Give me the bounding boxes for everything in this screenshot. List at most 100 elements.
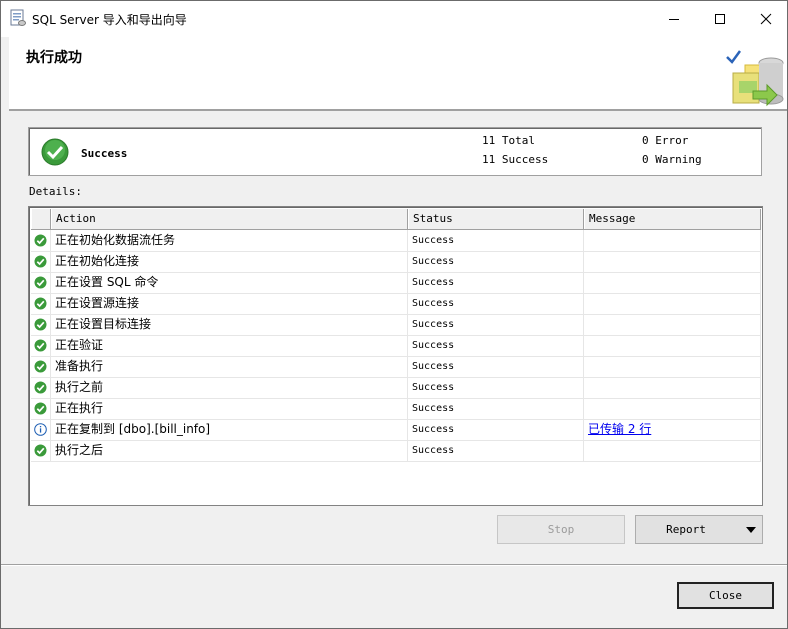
row-status: Success (408, 335, 584, 356)
success-icon (34, 381, 47, 394)
row-icon-cell (31, 440, 51, 461)
grid-header: Action Status Message (31, 209, 761, 230)
success-count: 11 Success (482, 153, 549, 166)
row-status: Success (408, 293, 584, 314)
row-icon-cell (31, 398, 51, 419)
details-grid[interactable]: Action Status Message 正在初始化数据流任务 Success 正… (28, 206, 763, 506)
row-icon-cell (31, 377, 51, 398)
table-row[interactable]: 正在设置目标连接 Success (31, 314, 761, 336)
row-status: Success (408, 272, 584, 293)
row-status: Success (408, 377, 584, 398)
row-action: 正在设置 SQL 命令 (51, 272, 408, 293)
success-large-icon (41, 138, 69, 166)
row-status: Success (408, 230, 584, 251)
title-bar[interactable]: SQL Server 导入和导出向导 (1, 1, 787, 37)
dropdown-arrow-icon[interactable] (746, 527, 756, 533)
row-message-cell: 已传输 2 行 (584, 419, 761, 440)
row-status: Success (408, 356, 584, 377)
error-count: 0 Error (642, 134, 689, 147)
success-icon (34, 444, 47, 457)
wizard-header: 执行成功 (9, 37, 787, 111)
wizard-app-icon (10, 9, 26, 26)
table-row[interactable]: 正在复制到 [dbo].[bill_info] Success 已传输 2 行 (31, 419, 761, 441)
row-action: 正在设置源连接 (51, 293, 408, 314)
wizard-graphic-icon (726, 50, 784, 107)
row-icon-cell (31, 272, 51, 293)
column-header-message[interactable]: Message (584, 209, 761, 229)
summary-status: Success (81, 147, 128, 160)
table-row[interactable]: 执行之后 Success (31, 440, 761, 462)
column-header-action[interactable]: Action (51, 209, 408, 229)
row-message-cell (584, 314, 761, 335)
row-message-cell (584, 377, 761, 398)
success-icon (34, 318, 47, 331)
row-action: 正在执行 (51, 398, 408, 419)
table-row[interactable]: 准备执行 Success (31, 356, 761, 378)
row-message-cell (584, 398, 761, 419)
minimize-button[interactable] (651, 1, 697, 37)
report-button[interactable]: Report (635, 515, 763, 544)
row-status: Success (408, 251, 584, 272)
row-status: Success (408, 419, 584, 440)
row-message-cell (584, 251, 761, 272)
row-message-cell (584, 272, 761, 293)
success-icon (34, 276, 47, 289)
table-row[interactable]: 正在初始化连接 Success (31, 251, 761, 273)
success-icon (34, 234, 47, 247)
stop-button[interactable]: Stop (497, 515, 625, 544)
row-status: Success (408, 440, 584, 461)
close-window-button[interactable] (743, 1, 788, 37)
success-icon (34, 360, 47, 373)
close-button[interactable]: Close (677, 582, 774, 609)
row-icon-cell (31, 356, 51, 377)
window-title: SQL Server 导入和导出向导 (32, 13, 187, 27)
row-action: 正在设置目标连接 (51, 314, 408, 335)
info-icon (34, 423, 47, 436)
row-icon-cell (31, 419, 51, 440)
warning-count: 0 Warning (642, 153, 702, 166)
table-row[interactable]: 正在执行 Success (31, 398, 761, 420)
row-message-cell (584, 356, 761, 377)
row-icon-cell (31, 293, 51, 314)
success-icon (34, 297, 47, 310)
row-status: Success (408, 398, 584, 419)
row-message-cell (584, 230, 761, 251)
table-row[interactable]: 执行之前 Success (31, 377, 761, 399)
row-icon-cell (31, 230, 51, 251)
column-header-status[interactable]: Status (408, 209, 584, 229)
row-action: 正在验证 (51, 335, 408, 356)
row-message-cell (584, 440, 761, 461)
row-message-link[interactable]: 已传输 2 行 (588, 422, 651, 436)
row-action: 正在初始化连接 (51, 251, 408, 272)
success-icon (34, 402, 47, 415)
maximize-icon (715, 14, 725, 24)
footer-divider-highlight (1, 565, 787, 566)
row-icon-cell (31, 314, 51, 335)
table-row[interactable]: 正在设置源连接 Success (31, 293, 761, 315)
column-header-icon[interactable] (31, 209, 51, 229)
report-button-label: Report (666, 523, 706, 536)
row-action: 准备执行 (51, 356, 408, 377)
page-title: 执行成功 (26, 50, 82, 66)
row-action: 正在初始化数据流任务 (51, 230, 408, 251)
table-row[interactable]: 正在设置 SQL 命令 Success (31, 272, 761, 294)
row-icon-cell (31, 335, 51, 356)
row-message-cell (584, 293, 761, 314)
row-action: 执行之后 (51, 440, 408, 461)
maximize-button[interactable] (697, 1, 743, 37)
row-action: 执行之前 (51, 377, 408, 398)
row-message-cell (584, 335, 761, 356)
execution-summary: Success 11 Total 11 Success 0 Error 0 Wa… (28, 127, 762, 176)
import-export-wizard-window: SQL Server 导入和导出向导 执行成功 Success 11 Total… (0, 0, 788, 629)
row-action: 正在复制到 [dbo].[bill_info] (51, 419, 408, 440)
close-icon (760, 13, 772, 25)
total-count: 11 Total (482, 134, 535, 147)
minimize-icon (669, 19, 679, 20)
table-row[interactable]: 正在初始化数据流任务 Success (31, 230, 761, 252)
details-label: Details: (29, 185, 82, 198)
row-status: Success (408, 314, 584, 335)
row-icon-cell (31, 251, 51, 272)
table-row[interactable]: 正在验证 Success (31, 335, 761, 357)
success-icon (34, 255, 47, 268)
success-icon (34, 339, 47, 352)
